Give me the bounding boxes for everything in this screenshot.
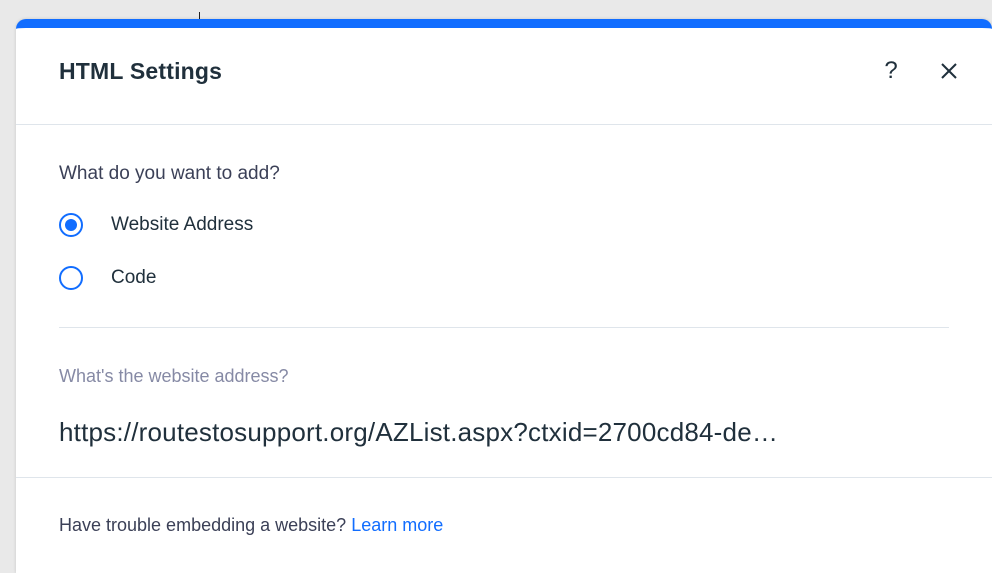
question-mark-icon: ?: [884, 57, 898, 84]
website-address-label: What's the website address?: [59, 366, 289, 386]
close-button[interactable]: [934, 56, 964, 86]
trouble-text: Have trouble embedding a website?: [59, 515, 347, 535]
section-divider: [59, 327, 949, 328]
learn-more-link[interactable]: Learn more: [351, 515, 443, 535]
radio-website-address[interactable]: [59, 213, 83, 237]
option-code[interactable]: Code: [59, 265, 949, 291]
dialog-footer: Have trouble embedding a website? Learn …: [16, 477, 992, 573]
website-address-input[interactable]: https://routestosupport.org/AZList.aspx?…: [59, 417, 949, 448]
dialog-body: What do you want to add? Website Address…: [16, 163, 992, 448]
html-settings-dialog: HTML Settings ? What do you want to add?…: [16, 19, 992, 573]
editor-background: HTML Settings ? What do you want to add?…: [0, 0, 992, 573]
option-label-code: Code: [111, 267, 157, 288]
close-icon: [941, 63, 957, 79]
option-label-website-address: Website Address: [111, 214, 254, 235]
option-website-address[interactable]: Website Address: [59, 212, 949, 238]
radio-code[interactable]: [59, 266, 83, 290]
dialog-title: HTML Settings: [59, 58, 223, 84]
dialog-header: HTML Settings ?: [16, 28, 992, 125]
help-button[interactable]: ?: [876, 56, 906, 86]
footer-help-text: Have trouble embedding a website? Learn …: [59, 515, 443, 536]
add-type-question: What do you want to add?: [59, 163, 280, 184]
